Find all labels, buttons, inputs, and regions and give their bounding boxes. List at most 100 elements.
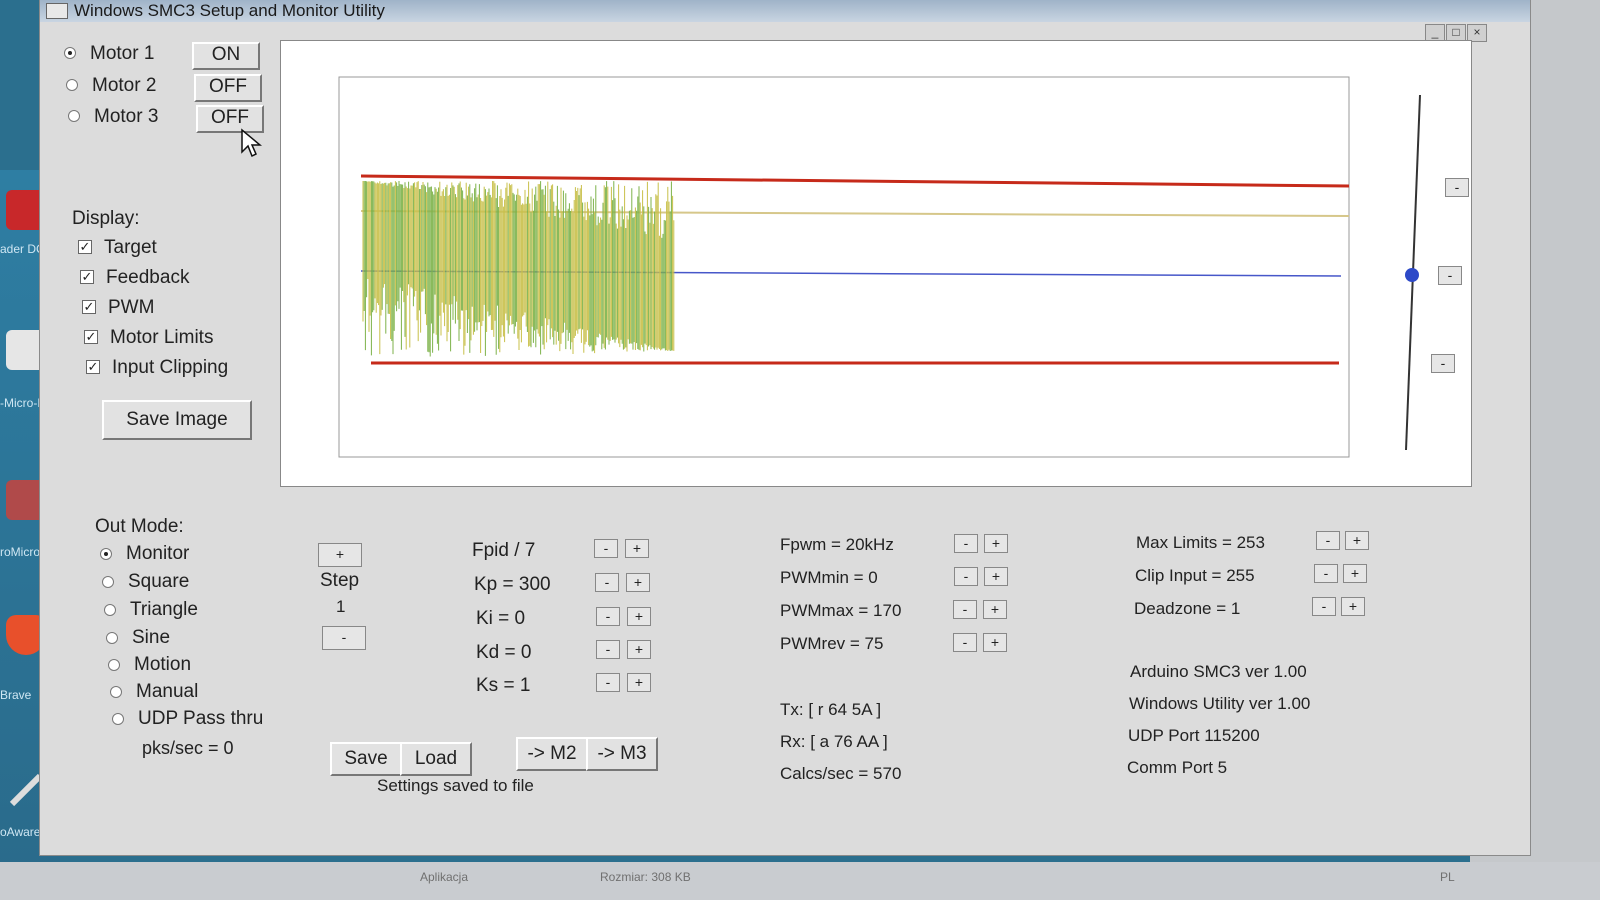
graph-side-button-3[interactable]: - (1431, 354, 1455, 373)
copy-to-m3-button[interactable]: -> M3 (586, 737, 658, 771)
kd-minus-button[interactable]: - (596, 640, 620, 659)
pwmmin-plus-button[interactable]: + (984, 567, 1008, 586)
clip-input-plus-button[interactable]: + (1343, 564, 1367, 583)
display-heading: Display: (72, 208, 140, 229)
graph-zoom-slider[interactable] (1390, 90, 1430, 460)
step-label: Step (320, 570, 360, 591)
out-mode-heading: Out Mode: (95, 516, 184, 537)
ki-plus-button[interactable]: + (627, 607, 651, 626)
smc3-window: Windows SMC3 Setup and Monitor Utility _… (40, 0, 1530, 855)
motor-limits-label: Motor Limits (110, 327, 214, 348)
pwmmin-value: PWMmin = 0 (780, 568, 878, 587)
load-button[interactable]: Load (400, 742, 472, 776)
max-limits-value: Max Limits = 253 (1136, 533, 1265, 552)
motor-1-radio[interactable] (64, 47, 76, 59)
feedback-checkbox[interactable]: ✓ (80, 270, 94, 284)
manual-radio[interactable] (110, 686, 122, 698)
slider-thumb[interactable] (1405, 268, 1419, 282)
max-limits-minus-button[interactable]: - (1316, 531, 1340, 550)
square-label: Square (128, 571, 190, 592)
copy-to-m2-button[interactable]: -> M2 (516, 737, 588, 771)
title-bar: Windows SMC3 Setup and Monitor Utility (40, 0, 1530, 22)
motion-label: Motion (134, 654, 192, 675)
packets-per-second: pks/sec = 0 (142, 738, 234, 758)
fpid-plus-button[interactable]: + (625, 539, 649, 558)
graph-side-button-1[interactable]: - (1445, 178, 1469, 197)
udp-pass-thru-radio[interactable] (112, 713, 124, 725)
square-radio[interactable] (102, 576, 114, 588)
motion-radio[interactable] (108, 659, 120, 671)
max-limits-plus-button[interactable]: + (1345, 531, 1369, 550)
motor-1-toggle-button[interactable]: ON (192, 42, 260, 70)
input-clipping-checkbox[interactable]: ✓ (86, 360, 100, 374)
motor-2-radio[interactable] (66, 79, 78, 91)
arduino-version: Arduino SMC3 ver 1.00 (1130, 662, 1307, 681)
step-value: 1 (336, 597, 346, 616)
triangle-radio[interactable] (104, 604, 116, 616)
pwm-label: PWM (108, 297, 155, 318)
step-minus-button[interactable]: - (322, 626, 366, 650)
taskbar-item-size: Rozmiar: 308 KB (600, 870, 691, 884)
language-indicator[interactable]: PL (1440, 870, 1455, 884)
kp-minus-button[interactable]: - (595, 573, 619, 592)
fpwm-plus-button[interactable]: + (984, 534, 1008, 553)
pwmmax-minus-button[interactable]: - (953, 600, 977, 619)
target-label: Target (104, 237, 157, 258)
save-image-button[interactable]: Save Image (102, 400, 252, 440)
window-title: Windows SMC3 Setup and Monitor Utility (74, 1, 385, 20)
motor-limits-checkbox[interactable]: ✓ (84, 330, 98, 344)
target-checkbox[interactable]: ✓ (78, 240, 92, 254)
kd-plus-button[interactable]: + (627, 640, 651, 659)
window-app-icon (46, 3, 68, 19)
kd-value: Kd = 0 (476, 642, 532, 663)
tx-readout: Tx: [ r 64 5A ] (780, 700, 882, 719)
settings-status: Settings saved to file (377, 776, 534, 795)
utility-version: Windows Utility ver 1.00 (1129, 694, 1311, 713)
deadzone-plus-button[interactable]: + (1341, 597, 1365, 616)
monitor-label: Monitor (126, 543, 190, 564)
pwm-checkbox[interactable]: ✓ (82, 300, 96, 314)
fpwm-value: Fpwm = 20kHz (780, 535, 894, 554)
monitor-radio[interactable] (100, 548, 112, 560)
deadzone-minus-button[interactable]: - (1312, 597, 1336, 616)
pwmmax-plus-button[interactable]: + (983, 600, 1007, 619)
udp-port: UDP Port 115200 (1128, 726, 1260, 745)
ki-minus-button[interactable]: - (596, 607, 620, 626)
step-plus-button[interactable]: + (318, 543, 362, 567)
kp-plus-button[interactable]: + (626, 573, 650, 592)
udp-pass-thru-label: UDP Pass thru (138, 708, 264, 729)
pwmrev-minus-button[interactable]: - (953, 633, 977, 652)
ki-value: Ki = 0 (476, 608, 526, 629)
motor-2-toggle-button[interactable]: OFF (194, 74, 262, 102)
ks-value: Ks = 1 (476, 675, 531, 696)
save-button[interactable]: Save (330, 742, 402, 776)
taskbar: Aplikacja Rozmiar: 308 KB PL (0, 862, 1600, 900)
triangle-label: Triangle (130, 599, 198, 620)
clip-input-minus-button[interactable]: - (1314, 564, 1338, 583)
kp-value: Kp = 300 (474, 574, 551, 595)
comm-port: Comm Port 5 (1127, 758, 1228, 777)
motor-2-label: Motor 2 (92, 75, 157, 96)
input-clipping-label: Input Clipping (112, 357, 229, 378)
fpid-value: Fpid / 7 (472, 540, 536, 561)
ks-plus-button[interactable]: + (627, 673, 651, 692)
motor-1-label: Motor 1 (90, 43, 155, 64)
mouse-cursor-icon (241, 128, 262, 158)
pwmrev-value: PWMrev = 75 (780, 634, 884, 653)
motor-3-label: Motor 3 (94, 106, 159, 127)
calcs-per-second: Calcs/sec = 570 (780, 764, 902, 783)
pwmmin-minus-button[interactable]: - (954, 567, 978, 586)
fpwm-minus-button[interactable]: - (954, 534, 978, 553)
motor-3-radio[interactable] (68, 110, 80, 122)
clip-input-value: Clip Input = 255 (1135, 566, 1255, 585)
rx-readout: Rx: [ a 76 AA ] (780, 732, 888, 751)
fpid-minus-button[interactable]: - (594, 539, 618, 558)
pwmrev-plus-button[interactable]: + (983, 633, 1007, 652)
ks-minus-button[interactable]: - (596, 673, 620, 692)
sine-label: Sine (132, 627, 171, 648)
deadzone-value: Deadzone = 1 (1134, 599, 1241, 618)
graph-side-button-2[interactable]: - (1438, 266, 1462, 285)
monitor-graph (338, 76, 1350, 458)
sine-radio[interactable] (106, 632, 118, 644)
manual-label: Manual (136, 681, 199, 702)
